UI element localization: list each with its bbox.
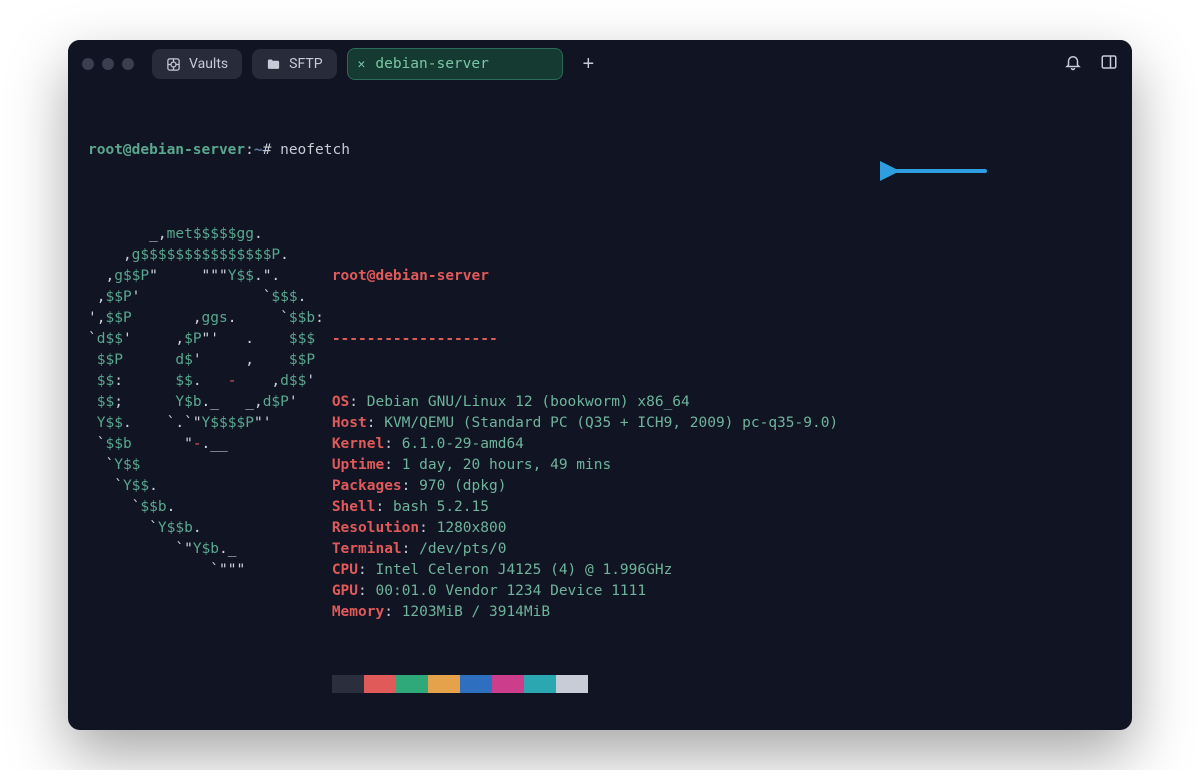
swatch — [460, 675, 492, 693]
terminal-window: Vaults SFTP ✕ debian-server + root@debia… — [68, 40, 1132, 730]
traffic-lights[interactable] — [82, 58, 134, 70]
command-text: neofetch — [280, 142, 350, 158]
prompt-path: ~ — [254, 142, 263, 158]
zoom-dot-icon[interactable] — [122, 58, 134, 70]
ascii-logo: _,met$$$$$gg. ,g$$$$$$$$$$$$$$$P. ,g$$P"… — [88, 224, 324, 581]
nf-row: Host: KVM/QEMU (Standard PC (Q35 + ICH9,… — [332, 413, 838, 434]
annotation-arrow-icon — [880, 160, 990, 182]
nf-row: Kernel: 6.1.0-29-amd64 — [332, 434, 838, 455]
terminal-output[interactable]: root@debian-server:~# neofetch _,met$$$$… — [68, 88, 1132, 730]
close-dot-icon[interactable] — [82, 58, 94, 70]
vault-icon — [166, 57, 181, 72]
new-tab-button[interactable]: + — [573, 53, 605, 76]
tab-active[interactable]: ✕ debian-server — [347, 48, 563, 80]
folder-icon — [266, 57, 281, 72]
nf-row: Resolution: 1280x800 — [332, 518, 838, 539]
nf-row: Uptime: 1 day, 20 hours, 49 mins — [332, 455, 838, 476]
sftp-button[interactable]: SFTP — [252, 49, 336, 79]
swatch — [556, 675, 588, 693]
swatch — [524, 675, 556, 693]
nf-row: OS: Debian GNU/Linux 12 (bookworm) x86_6… — [332, 392, 838, 413]
nf-row: CPU: Intel Celeron J4125 (4) @ 1.996GHz — [332, 560, 838, 581]
tab-label: debian-server — [375, 56, 489, 72]
nf-heading: root@debian-server — [332, 268, 489, 284]
prompt-host: debian-server — [132, 142, 246, 158]
prompt-user: root — [88, 142, 123, 158]
nf-row: Packages: 970 (dpkg) — [332, 476, 838, 497]
titlebar: Vaults SFTP ✕ debian-server + — [68, 40, 1132, 88]
notifications-icon[interactable] — [1064, 53, 1082, 75]
swatch — [492, 675, 524, 693]
nf-row: GPU: 00:01.0 Vendor 1234 Device 1111 — [332, 581, 838, 602]
nf-divider: ------------------- — [332, 331, 498, 347]
swatch — [364, 675, 396, 693]
panel-toggle-icon[interactable] — [1100, 53, 1118, 75]
palette-row-top — [332, 675, 838, 693]
vaults-label: Vaults — [189, 56, 228, 72]
close-tab-icon[interactable]: ✕ — [358, 57, 366, 72]
minimize-dot-icon[interactable] — [102, 58, 114, 70]
sftp-label: SFTP — [289, 56, 322, 72]
nf-row: Memory: 1203MiB / 3914MiB — [332, 602, 838, 623]
swatch — [332, 675, 364, 693]
neofetch-info: root@debian-server ------------------- O… — [324, 224, 838, 730]
prompt-line: root@debian-server:~# neofetch — [88, 140, 1112, 161]
nf-row: Terminal: /dev/pts/0 — [332, 539, 838, 560]
nf-row: Shell: bash 5.2.15 — [332, 497, 838, 518]
swatch — [428, 675, 460, 693]
swatch — [396, 675, 428, 693]
vaults-button[interactable]: Vaults — [152, 49, 242, 79]
